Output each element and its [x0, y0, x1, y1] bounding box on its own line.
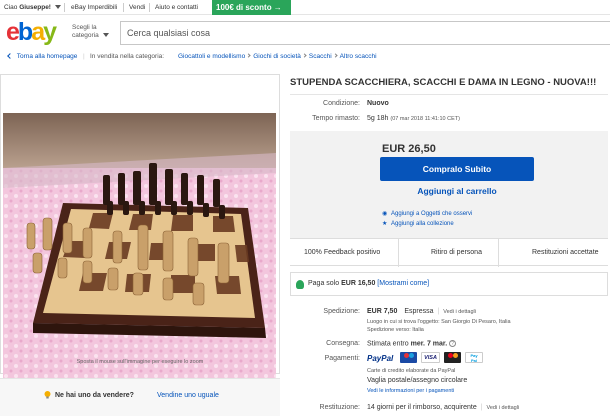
- buy-box: EUR 26,50 Compralo Subito Aggiungi al ca…: [290, 131, 608, 238]
- breadcrumb-item[interactable]: Giocattoli e modellismo: [178, 53, 245, 60]
- sell-one-like-this: Ne hai uno da vendere? Vendine uno ugual…: [0, 378, 280, 416]
- divider: [398, 239, 399, 267]
- breadcrumb-item[interactable]: Altro scacchi: [340, 53, 377, 60]
- sell-question: Ne hai uno da vendere?: [55, 392, 134, 399]
- user-name: Giuseppe!: [19, 4, 51, 11]
- divider: |: [83, 53, 85, 60]
- shipping-price: EUR 7,50: [367, 308, 398, 315]
- watch-label: Aggiungi a Oggetti che osservi: [391, 211, 473, 217]
- chevron-down-icon: [54, 5, 61, 10]
- paypal-offer-text: Paga solo EUR 16,50 [Mostrami come]: [308, 280, 429, 287]
- eye-icon: ◉: [382, 211, 388, 217]
- divider: [149, 3, 150, 12]
- paypal-credit-icon: Pay Pal: [465, 352, 483, 363]
- maestro-icon: [400, 352, 417, 363]
- back-to-home-link[interactable]: Torna alla homepage: [17, 53, 78, 60]
- chevron-right-icon: [246, 53, 251, 58]
- top-utility-bar: Ciao Giuseppe! eBay Imperdibili Vendi Ai…: [0, 0, 610, 15]
- shipping-method: Espressa: [404, 308, 434, 315]
- payments-label: Pagamenti:: [324, 355, 360, 362]
- greeting[interactable]: Ciao Giuseppe!: [4, 4, 61, 11]
- returns-feature: Restituzioni accettate: [532, 249, 599, 256]
- payment-info-link[interactable]: Vedi le informazioni per i pagamenti: [367, 388, 454, 394]
- breadcrumb: Torna alla homepage | In vendita nella c…: [0, 50, 610, 64]
- paypal-logo: PayPal: [367, 354, 393, 363]
- chevron-right-icon: [333, 53, 338, 58]
- ships-to: Spedizione verso: Italia: [367, 327, 424, 333]
- chevron-right-icon: [302, 53, 307, 58]
- divider: [498, 239, 499, 267]
- paypal-label: PayPal: [367, 354, 394, 363]
- divider: [123, 3, 124, 12]
- product-image[interactable]: [3, 113, 276, 392]
- breadcrumb-item[interactable]: Giochi di società: [253, 53, 301, 60]
- returns-value: 14 giorni per il rimborso, acquirente | …: [367, 404, 520, 411]
- breadcrumb-item[interactable]: Scacchi: [309, 53, 332, 60]
- sell-link[interactable]: Vendi: [129, 4, 145, 11]
- logo-letter: b: [17, 18, 33, 46]
- item-location: Luogo in cui si trova l'oggetto: San Gio…: [367, 319, 511, 325]
- time-left: 5g 18h: [367, 115, 389, 122]
- shipping-value: EUR 7,50 Espressa | Vedi i dettagli: [367, 308, 476, 315]
- promo-banner[interactable]: 100€ di sconto →: [212, 0, 291, 15]
- feedback-feature: 100% Feedback positivo: [304, 249, 381, 256]
- features-bar: 100% Feedback positivo Ritiro di persona…: [290, 238, 608, 267]
- time-left-label: Tempo rimasto:: [312, 115, 360, 122]
- paypal-prefix: Paga solo: [308, 280, 340, 287]
- category-label: Scegli la categoria: [72, 24, 99, 39]
- help-link[interactable]: Aiuto e contatti: [155, 4, 198, 11]
- chessboard-photo: [3, 113, 276, 392]
- time-left-value: 5g 18h (07 mar 2018 11:41:10 CET): [367, 115, 460, 122]
- visa-icon: VISA: [421, 352, 440, 363]
- end-time: (07 mar 2018 11:41:10 CET): [390, 116, 460, 122]
- show-me-how-link[interactable]: [Mostrami come]: [377, 280, 429, 287]
- greeting-text: Ciao: [4, 4, 18, 11]
- returns-details-link[interactable]: Vedi i dettagli: [486, 405, 519, 411]
- condition-label: Condizione:: [323, 100, 360, 107]
- listing-title: STUPENDA SCACCHIERA, SCACCHI E DAMA IN L…: [290, 77, 597, 88]
- add-collection-link[interactable]: ★ Aggiungi alla collezione: [382, 220, 454, 227]
- delivery-label: Consegna:: [326, 340, 360, 347]
- category-selector[interactable]: Scegli la categoria: [72, 24, 117, 40]
- deals-link[interactable]: eBay Imperdibili: [71, 4, 117, 11]
- shipping-details-link[interactable]: Vedi i dettagli: [443, 309, 476, 315]
- logo-letter: y: [43, 18, 57, 46]
- paypal-leaf-icon: [296, 280, 304, 289]
- image-gallery: [0, 74, 280, 392]
- returns-label: Restituzione:: [319, 404, 360, 411]
- paypal-amount: EUR 16,50: [341, 280, 376, 287]
- zoom-hint: Sposta il mouse sull'immagine per esegui…: [76, 359, 204, 365]
- logo-letter: e: [6, 18, 20, 46]
- watch-link[interactable]: ◉ Aggiungi a Oggetti che osservi: [382, 210, 472, 217]
- mastercard-icon: [444, 352, 461, 363]
- returns-text: 14 giorni per il rimborso, acquirente: [367, 404, 477, 411]
- buy-now-button[interactable]: Compralo Subito: [380, 157, 534, 181]
- payment-info-label: Vedi le informazioni per i pagamenti: [367, 388, 455, 394]
- search-input[interactable]: Cerca qualsiasi cosa: [120, 21, 610, 45]
- divider: [64, 3, 65, 12]
- star-icon: ★: [382, 221, 388, 227]
- listed-in-label: In vendita nella categoria:: [90, 53, 165, 60]
- chevron-down-icon: [102, 33, 109, 38]
- lightbulb-icon: [44, 391, 51, 399]
- sell-similar-link[interactable]: Vendine uno uguale: [157, 392, 219, 399]
- add-to-cart-link[interactable]: Aggiungi al carrello: [380, 186, 534, 196]
- back-arrow-icon: [7, 53, 13, 59]
- divider: [290, 94, 608, 95]
- price: EUR 26,50: [382, 143, 436, 155]
- paypal-offer: Paga solo EUR 16,50 [Mostrami come]: [290, 272, 608, 296]
- delivery-date: mer. 7 mar.: [410, 340, 448, 348]
- delivery-value: Stimata entro mer. 7 mar. ?: [367, 340, 457, 348]
- postal-payment: Vaglia postale/assegno circolare: [367, 377, 468, 384]
- collection-label: Aggiungi alla collezione: [391, 221, 454, 227]
- card-note: Carte di credito elaborate da PayPal: [367, 368, 456, 374]
- info-icon[interactable]: ?: [449, 340, 457, 347]
- ebay-logo[interactable]: ebay: [6, 18, 57, 46]
- shipping-label: Spedizione:: [323, 308, 360, 315]
- logo-letter: a: [31, 18, 45, 46]
- condition-value: Nuovo: [367, 100, 389, 107]
- pickup-feature: Ritiro di persona: [431, 249, 482, 256]
- delivery-prefix: Stimata entro: [367, 340, 409, 348]
